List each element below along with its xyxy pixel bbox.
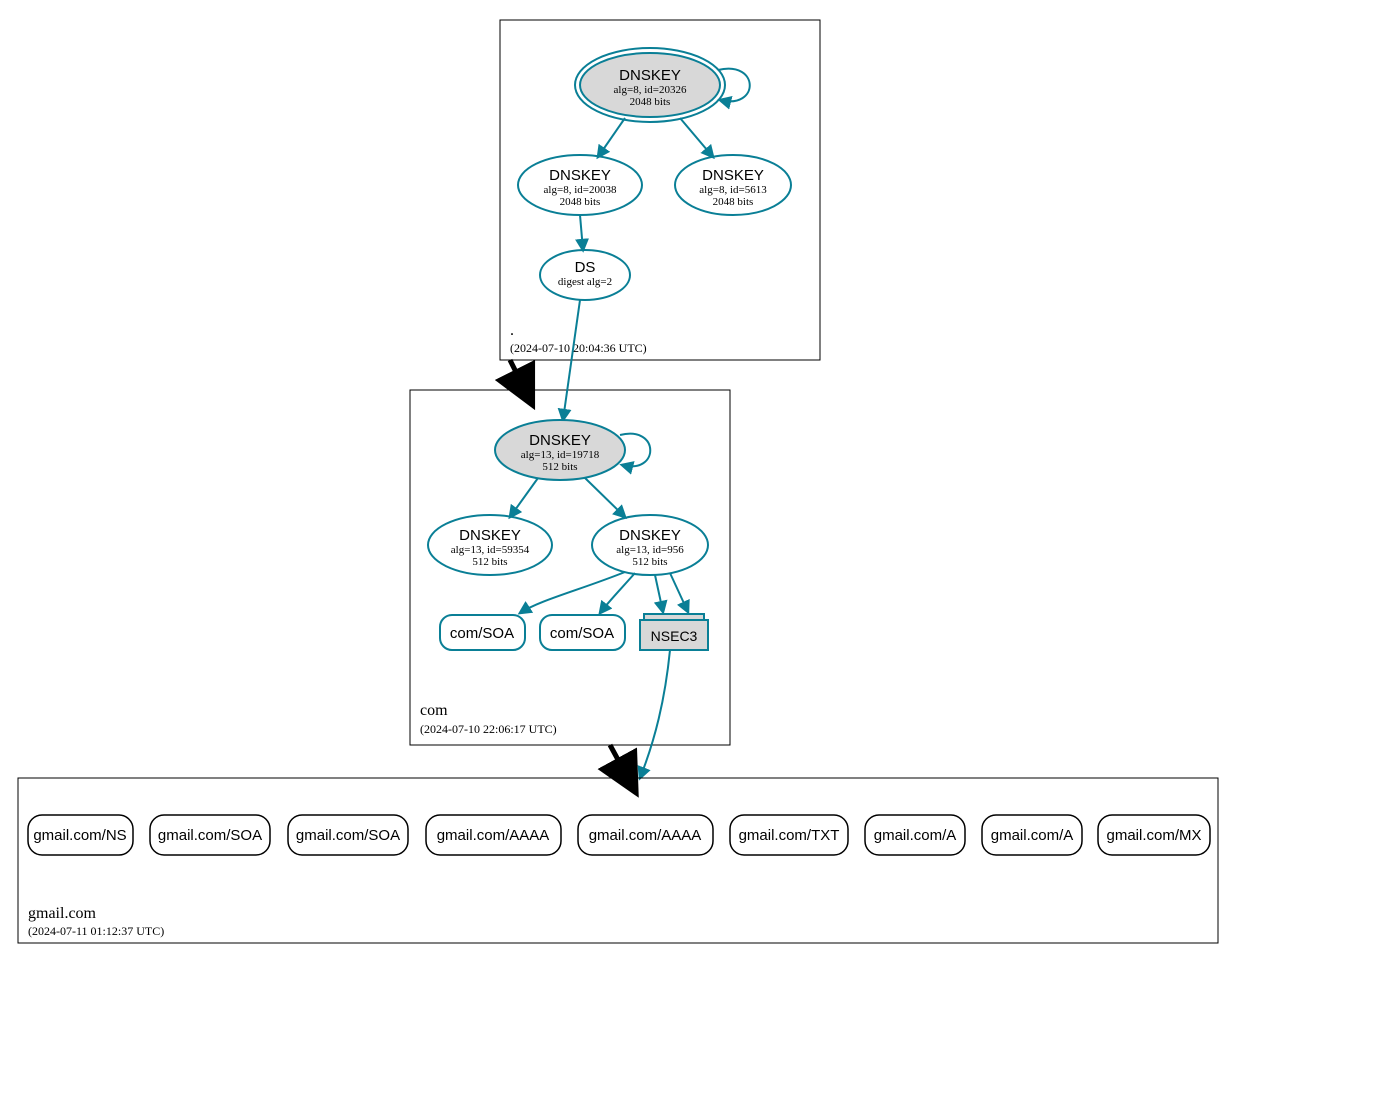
rrset-gmail-ns[interactable]: gmail.com/NS (28, 815, 133, 855)
svg-text:NSEC3: NSEC3 (651, 628, 698, 644)
svg-text:DNSKEY: DNSKEY (459, 527, 521, 544)
rrset-gmail-a-1[interactable]: gmail.com/A (865, 815, 965, 855)
node-root-ds[interactable]: DS digest alg=2 (540, 250, 630, 300)
node-root-ksk[interactable]: DNSKEY alg=8, id=20326 2048 bits (575, 48, 725, 122)
edge-comksk-zsk2 (585, 478, 625, 517)
edge-comksk-zsk1 (510, 478, 538, 517)
edge-root-ksk-self (718, 69, 750, 102)
svg-text:alg=8, id=20038: alg=8, id=20038 (544, 184, 617, 196)
node-root-zsk2[interactable]: DNSKEY alg=8, id=5613 2048 bits (675, 155, 791, 215)
svg-text:gmail.com/SOA: gmail.com/SOA (296, 827, 400, 844)
zone-gmail: gmail.com (2024-07-11 01:12:37 UTC) (18, 778, 1218, 943)
rrset-gmail-soa-1[interactable]: gmail.com/SOA (150, 815, 270, 855)
svg-text:alg=13, id=19718: alg=13, id=19718 (521, 449, 600, 461)
svg-text:gmail.com/TXT: gmail.com/TXT (739, 827, 840, 844)
rrset-gmail-soa-2[interactable]: gmail.com/SOA (288, 815, 408, 855)
svg-text:DNSKEY: DNSKEY (529, 432, 591, 449)
node-nsec3[interactable]: NSEC3 (640, 614, 708, 650)
edge-zone-com-to-gmail (610, 745, 628, 778)
node-com-soa-2[interactable]: com/SOA (540, 615, 625, 650)
svg-text:gmail.com/A: gmail.com/A (991, 827, 1074, 844)
zone-gmail-ts: (2024-07-11 01:12:37 UTC) (28, 924, 164, 938)
zone-root-label: . (510, 322, 514, 339)
svg-text:gmail.com/NS: gmail.com/NS (33, 827, 126, 844)
edge-zone-root-to-com (510, 360, 525, 390)
edge-comzsk2-nsec3a (655, 575, 663, 612)
edge-rootksk-zsk2 (680, 118, 713, 157)
zone-com-label: com (420, 702, 448, 719)
svg-text:gmail.com/AAAA: gmail.com/AAAA (437, 827, 550, 844)
zone-gmail-label: gmail.com (28, 905, 97, 922)
svg-text:2048 bits: 2048 bits (713, 196, 754, 208)
svg-text:2048 bits: 2048 bits (560, 196, 601, 208)
svg-text:com/SOA: com/SOA (450, 625, 514, 642)
rrset-gmail-mx[interactable]: gmail.com/MX (1098, 815, 1210, 855)
zone-com-ts: (2024-07-10 22:06:17 UTC) (420, 722, 557, 736)
rrset-gmail-a-2[interactable]: gmail.com/A (982, 815, 1082, 855)
edge-comzsk2-soa1 (520, 572, 625, 613)
svg-text:DS: DS (575, 259, 596, 276)
svg-text:DNSKEY: DNSKEY (619, 527, 681, 544)
svg-text:gmail.com/A: gmail.com/A (874, 827, 957, 844)
svg-text:512 bits: 512 bits (542, 461, 577, 473)
svg-text:alg=13, id=956: alg=13, id=956 (616, 544, 684, 556)
svg-text:DNSKEY: DNSKEY (702, 167, 764, 184)
node-com-ksk[interactable]: DNSKEY alg=13, id=19718 512 bits (495, 420, 625, 480)
svg-text:512 bits: 512 bits (632, 556, 667, 568)
svg-text:gmail.com/MX: gmail.com/MX (1106, 827, 1201, 844)
rrset-gmail-aaaa-1[interactable]: gmail.com/AAAA (426, 815, 561, 855)
svg-text:DNSKEY: DNSKEY (619, 67, 681, 84)
svg-text:alg=8, id=5613: alg=8, id=5613 (699, 184, 767, 196)
svg-text:gmail.com/AAAA: gmail.com/AAAA (589, 827, 702, 844)
svg-text:gmail.com/SOA: gmail.com/SOA (158, 827, 262, 844)
rrset-gmail-aaaa-2[interactable]: gmail.com/AAAA (578, 815, 713, 855)
svg-text:alg=8, id=20326: alg=8, id=20326 (614, 84, 687, 96)
svg-text:DNSKEY: DNSKEY (549, 167, 611, 184)
svg-text:digest alg=2: digest alg=2 (558, 276, 612, 288)
edge-rootksk-zsk1 (598, 118, 625, 157)
node-com-zsk1[interactable]: DNSKEY alg=13, id=59354 512 bits (428, 515, 552, 575)
node-root-zsk1[interactable]: DNSKEY alg=8, id=20038 2048 bits (518, 155, 642, 215)
edge-comzsk2-nsec3b (670, 573, 688, 612)
rrset-gmail-txt[interactable]: gmail.com/TXT (730, 815, 848, 855)
svg-text:com/SOA: com/SOA (550, 625, 614, 642)
edge-rootzsk1-ds (580, 215, 583, 250)
edge-nsec3-gmail (640, 650, 670, 778)
svg-text:2048 bits: 2048 bits (630, 96, 671, 108)
node-com-zsk2[interactable]: DNSKEY alg=13, id=956 512 bits (592, 515, 708, 575)
zone-root-ts: (2024-07-10 20:04:36 UTC) (510, 341, 647, 355)
svg-text:512 bits: 512 bits (472, 556, 507, 568)
gmail-rrsets-row: gmail.com/NS gmail.com/SOA gmail.com/SOA… (28, 815, 1210, 855)
node-com-soa-1[interactable]: com/SOA (440, 615, 525, 650)
svg-text:alg=13, id=59354: alg=13, id=59354 (451, 544, 530, 556)
